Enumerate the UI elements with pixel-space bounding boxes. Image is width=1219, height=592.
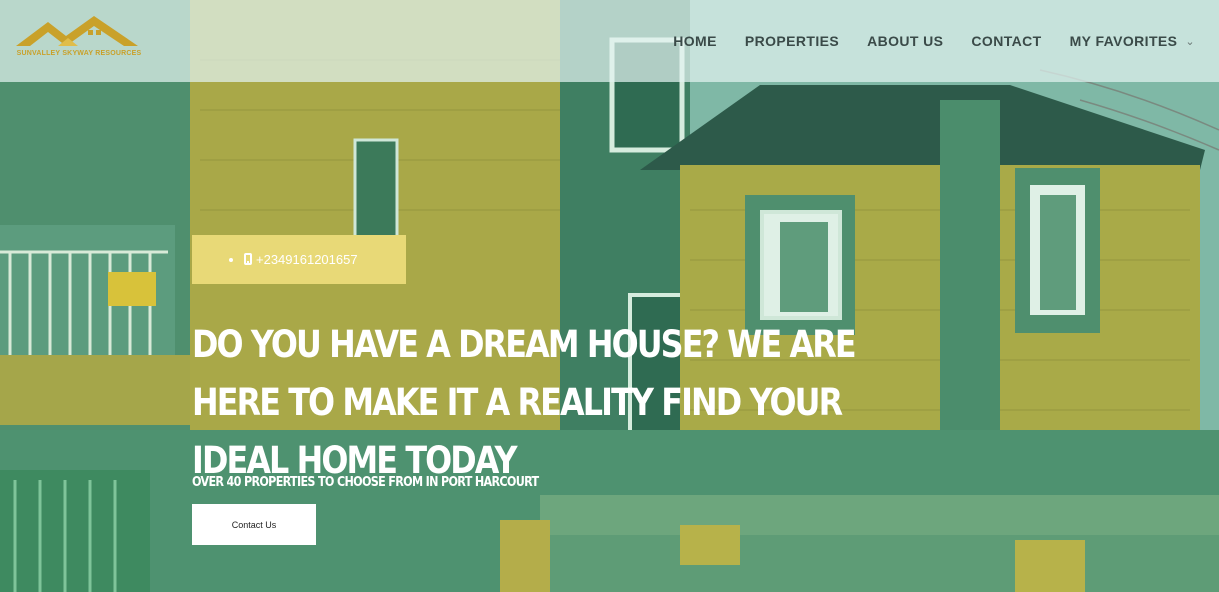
- mobile-phone-icon: [244, 253, 252, 265]
- site-header: SUNVALLEY SKYWAY RESOURCES HOME PROPERTI…: [0, 0, 1219, 82]
- phone-number[interactable]: +2349161201657: [256, 252, 358, 267]
- nav-contact-label: CONTACT: [971, 33, 1042, 49]
- house-roof-logo-icon: [16, 16, 138, 46]
- contact-us-button[interactable]: Contact Us: [192, 504, 316, 545]
- phone-list-item[interactable]: +2349161201657: [244, 252, 358, 267]
- hero-background: [0, 0, 1219, 592]
- nav-about-us-label: ABOUT US: [867, 33, 944, 49]
- house-photo: [0, 0, 1219, 592]
- phone-contact-box: +2349161201657: [192, 235, 406, 284]
- nav-my-favorites-label: MY FAVORITES: [1069, 33, 1178, 49]
- site-logo[interactable]: SUNVALLEY SKYWAY RESOURCES: [12, 12, 146, 62]
- nav-properties[interactable]: PROPERTIES: [745, 33, 839, 49]
- hero-headline: DO YOU HAVE A DREAM HOUSE? WE ARE HERE T…: [192, 323, 857, 482]
- nav-home-label: HOME: [673, 33, 717, 49]
- nav-contact[interactable]: CONTACT: [971, 33, 1041, 49]
- nav-about-us[interactable]: ABOUT US: [867, 33, 943, 49]
- logo-text: SUNVALLEY SKYWAY RESOURCES: [16, 50, 142, 57]
- phone-list: +2349161201657: [244, 252, 358, 267]
- main-nav: HOME PROPERTIES ABOUT US CONTACT MY FAVO…: [645, 0, 1195, 82]
- nav-my-favorites[interactable]: MY FAVORITES ⌄: [1070, 33, 1195, 49]
- chevron-down-icon[interactable]: ⌄: [1185, 35, 1195, 48]
- hero-subheadline: OVER 40 PROPERTIES TO CHOOSE FROM IN POR…: [192, 475, 539, 490]
- nav-home[interactable]: HOME: [673, 33, 717, 49]
- nav-properties-label: PROPERTIES: [744, 33, 840, 49]
